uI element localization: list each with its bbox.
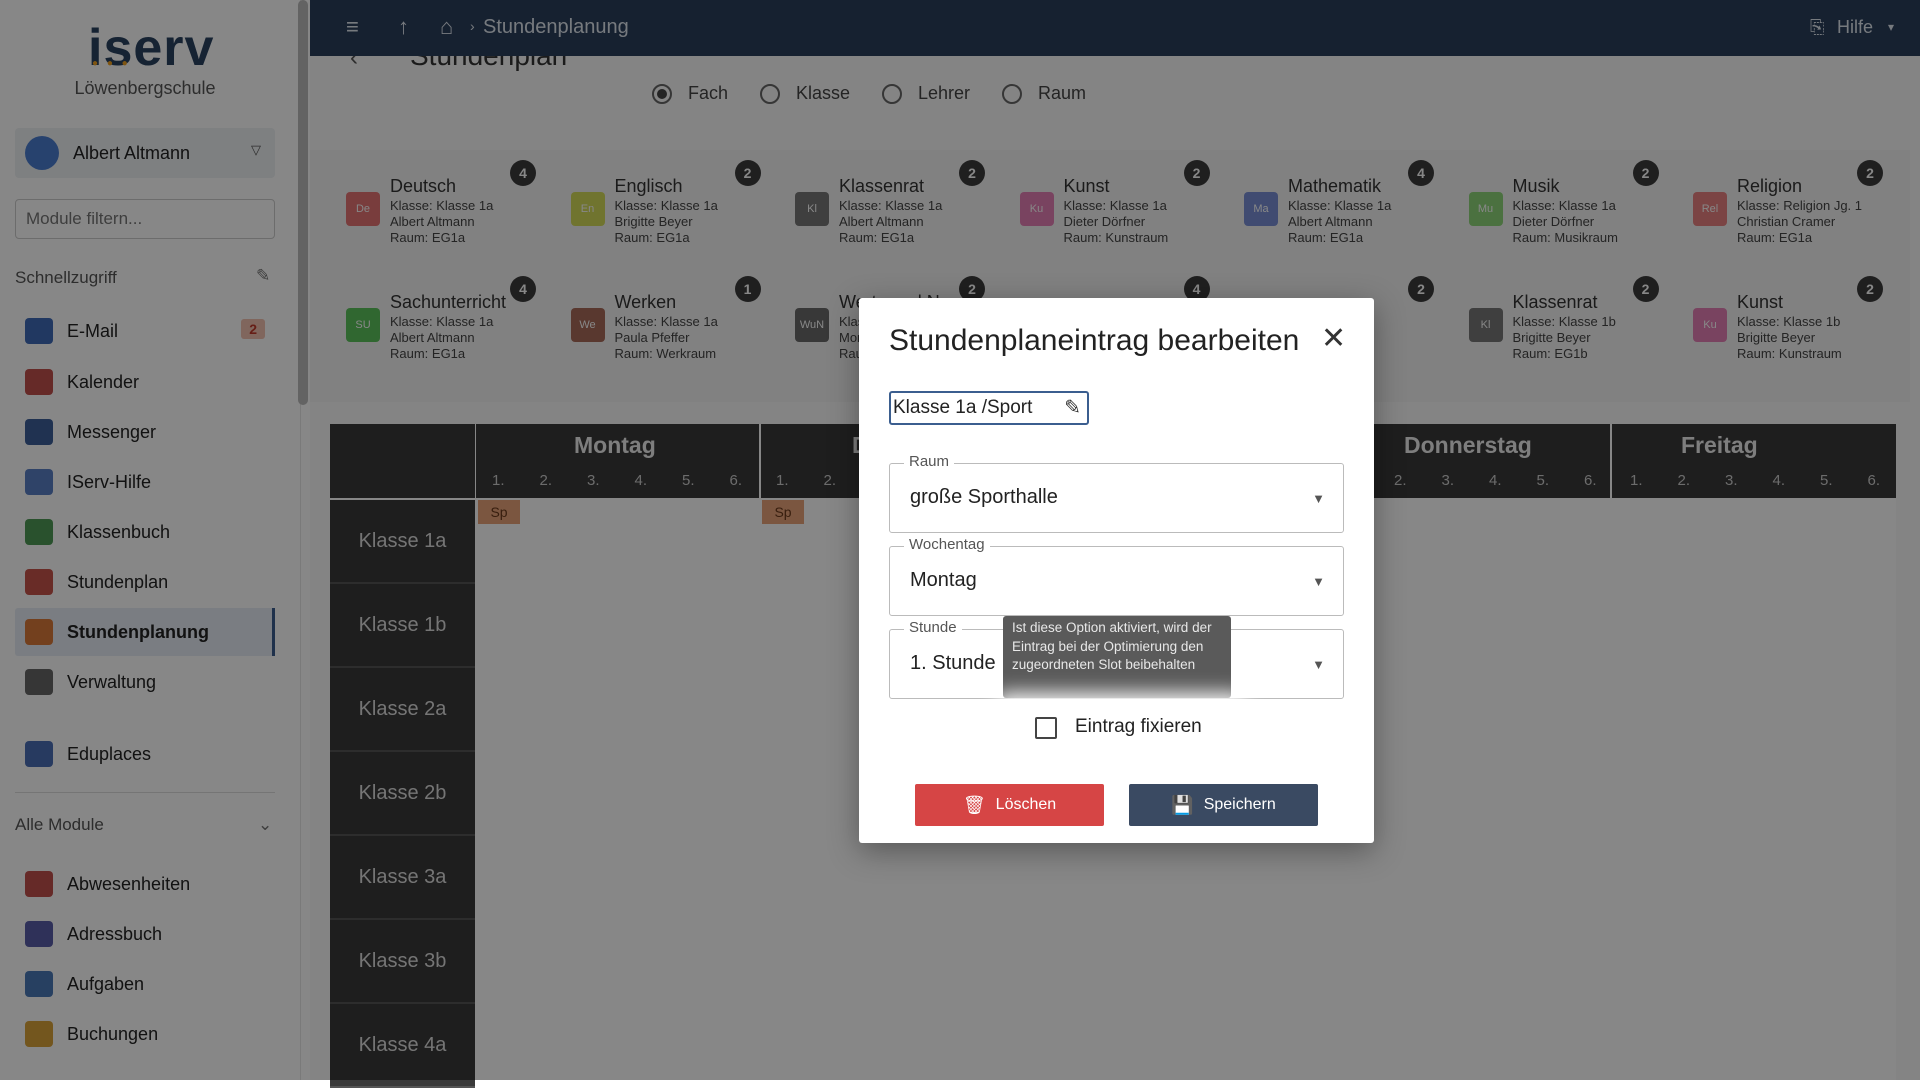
save-button[interactable]: 💾 Speichern [1129, 784, 1318, 826]
floppy-icon: 💾 [1171, 794, 1194, 815]
delete-button[interactable]: 🗑 Löschen [915, 784, 1104, 826]
weekday-label: Wochentag [904, 536, 990, 553]
trash-icon: 🗑 [962, 794, 986, 815]
chevron-down-icon: ▼ [1312, 574, 1325, 589]
delete-label: Löschen [995, 796, 1057, 813]
hour-value: 1. Stunde [910, 652, 996, 674]
weekday-select[interactable]: Wochentag Montag ▼ [889, 536, 1344, 616]
chevron-down-icon: ▼ [1312, 491, 1325, 506]
entry-name: Klasse 1a /Sport [893, 397, 1033, 418]
fix-tooltip: Ist diese Option aktiviert, wird der Ein… [1003, 616, 1231, 698]
weekday-value: Montag [910, 569, 977, 591]
fix-entry-option[interactable]: Eintrag fixieren [1005, 702, 1237, 752]
fix-entry-checkbox[interactable] [1035, 717, 1057, 739]
dialog-title: Stundenplaneintrag bearbeiten [889, 324, 1300, 357]
room-select[interactable]: Raum große Sporthalle ▼ [889, 453, 1344, 533]
save-label: Speichern [1203, 796, 1276, 813]
hour-label: Stunde [904, 619, 962, 636]
entry-name-field[interactable]: Klasse 1a /Sport ✎ [889, 391, 1089, 425]
room-label: Raum [904, 453, 955, 470]
fix-entry-label[interactable]: Eintrag fixieren [1075, 716, 1202, 738]
close-icon[interactable]: ✕ [1321, 324, 1346, 354]
chevron-down-icon: ▼ [1312, 657, 1325, 672]
room-value: große Sporthalle [910, 486, 1058, 508]
pencil-icon[interactable]: ✎ [1064, 393, 1081, 423]
edit-entry-dialog: Stundenplaneintrag bearbeiten ✕ Klasse 1… [859, 298, 1374, 843]
